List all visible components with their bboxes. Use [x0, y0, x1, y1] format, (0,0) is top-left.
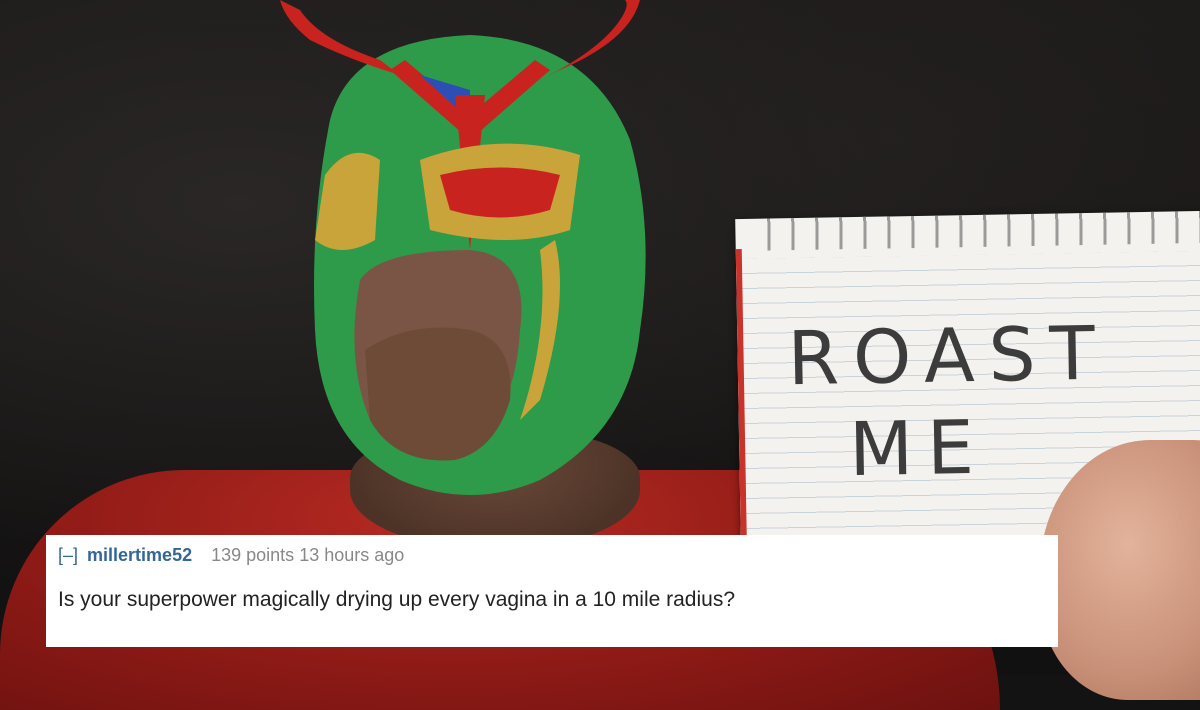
luchador-mask: [280, 0, 646, 495]
comment-body: Is your superpower magically drying up e…: [58, 588, 736, 611]
collapse-toggle[interactable]: [–]: [58, 545, 78, 565]
reddit-comment: [–] millertime52 139 points 13 hours ago…: [46, 535, 1058, 647]
comment-meta: [–] millertime52 139 points 13 hours ago: [58, 543, 1044, 567]
sign-line-1: ROAST: [786, 310, 1110, 403]
comment-time: 13 hours ago: [299, 545, 405, 565]
comment-author[interactable]: millertime52: [87, 545, 192, 565]
spiral-binding: [755, 210, 1200, 251]
comment-points: 139 points: [211, 545, 295, 565]
